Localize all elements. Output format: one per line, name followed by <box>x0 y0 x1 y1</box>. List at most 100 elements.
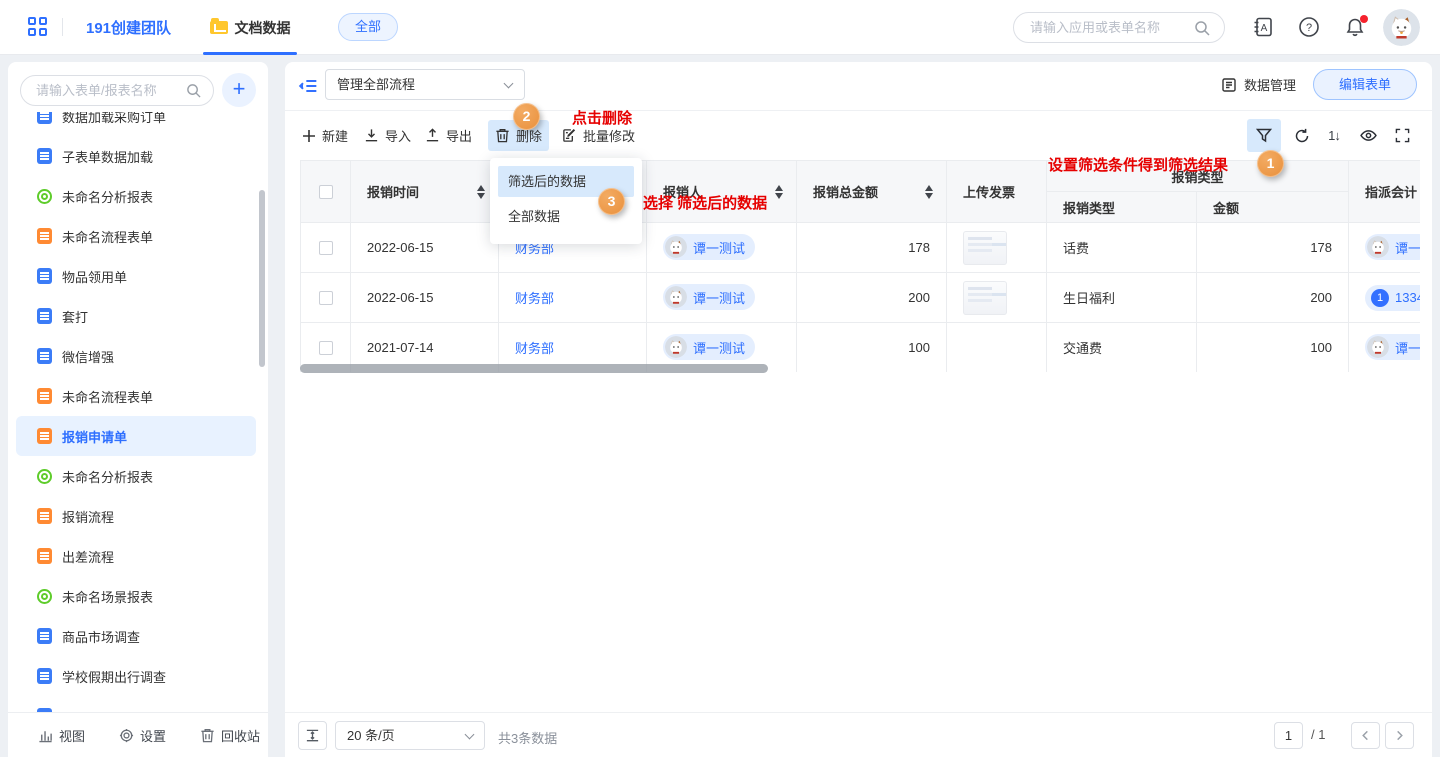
user-pill[interactable]: 谭一测试 <box>663 334 755 360</box>
address-book-icon[interactable]: A <box>1252 16 1274 38</box>
report-icon <box>37 589 52 604</box>
sidebar-item-form[interactable]: 物品领用单 <box>16 256 256 296</box>
next-page-button[interactable] <box>1385 722 1414 749</box>
column-header-type[interactable]: 报销类型 <box>1047 192 1197 223</box>
current-page-input[interactable]: 1 <box>1274 722 1303 749</box>
lucky-cat-avatar <box>665 336 687 358</box>
bar-chart-icon <box>38 728 53 743</box>
sort-button[interactable]: 1↓ <box>1317 119 1351 152</box>
sidebar-item-report[interactable]: 未命名分析报表 <box>16 176 256 216</box>
prev-page-button[interactable] <box>1351 722 1380 749</box>
form-icon <box>37 148 52 164</box>
cell-accountant: 谭一 <box>1349 223 1420 273</box>
trash-icon <box>200 728 215 743</box>
eye-icon <box>1360 127 1377 144</box>
flow-filter-select[interactable]: 管理全部流程 <box>325 69 525 100</box>
user-pill[interactable]: 谭一 <box>1365 234 1420 260</box>
plus-icon <box>302 129 316 143</box>
sidebar-item-form[interactable]: 商品市场调查 <box>16 616 256 656</box>
sidebar-scrollbar[interactable] <box>259 190 265 367</box>
cell-amount: 100 <box>1197 323 1349 373</box>
form-icon <box>37 112 52 124</box>
app-grid-logo-icon[interactable] <box>28 17 48 37</box>
sidebar-item-form[interactable]: 套打 <box>16 296 256 336</box>
tab-document-data[interactable]: 文档数据 <box>203 0 297 55</box>
notification-bell-icon[interactable] <box>1344 18 1366 33</box>
sort-arrows-icon[interactable] <box>775 184 784 200</box>
help-icon[interactable]: ? <box>1298 16 1320 38</box>
search-icon <box>186 83 201 98</box>
divider <box>285 110 1432 111</box>
step-badge-2: 2 <box>513 103 540 130</box>
sidebar-item-flow-form[interactable]: 报销流程 <box>16 496 256 536</box>
form-search[interactable] <box>20 75 214 106</box>
user-pill[interactable]: 谭一测试 <box>663 234 755 260</box>
flow-form-icon <box>37 508 52 524</box>
team-name[interactable]: 191创建团队 <box>86 17 171 38</box>
fullscreen-button[interactable] <box>1385 119 1419 152</box>
recycle-bin-button[interactable]: 回收站 <box>200 726 260 745</box>
sort-arrows-icon[interactable] <box>477 184 486 200</box>
column-header-invoice[interactable]: 上传发票 <box>947 161 1047 223</box>
sidebar-item-flow-form[interactable]: 出差流程 <box>16 536 256 576</box>
row-height-button[interactable] <box>298 721 327 750</box>
search-icon <box>1194 20 1210 36</box>
cell-type: 交通费 <box>1047 323 1197 373</box>
cell-dept[interactable]: 财务部 <box>499 273 647 323</box>
sidebar-item-report[interactable]: 未命名分析报表 <box>16 456 256 496</box>
column-header-accountant[interactable]: 指派会计 <box>1349 161 1420 223</box>
column-header-date[interactable]: 报销时间 <box>351 161 499 223</box>
data-manage-button[interactable]: 数据管理 <box>1221 75 1296 94</box>
form-icon <box>37 628 52 644</box>
cell-reporter: 谭一测试 <box>647 273 797 323</box>
sidebar-item-form[interactable]: 微信增强 <box>16 336 256 376</box>
collapse-sidebar-icon[interactable] <box>298 76 318 96</box>
cell-type: 话费 <box>1047 223 1197 273</box>
invoice-thumbnail[interactable] <box>963 281 1007 315</box>
visibility-button[interactable] <box>1351 119 1385 152</box>
sidebar-item-flow-form[interactable]: 未命名流程表单 <box>16 216 256 256</box>
scope-all-pill[interactable]: 全部 <box>338 13 398 41</box>
sidebar-item-form[interactable] <box>16 696 256 712</box>
step-label-1: 设置筛选条件得到筛选结果 <box>1048 154 1228 175</box>
add-form-button[interactable]: + <box>222 73 256 107</box>
form-search-input[interactable] <box>36 77 176 104</box>
user-avatar[interactable] <box>1383 9 1420 46</box>
column-header-total[interactable]: 报销总金额 <box>797 161 947 223</box>
table-row[interactable]: 2022-06-15 财务部 谭一测试 200 生日福利 200 11334 <box>301 273 1421 323</box>
lucky-cat-avatar <box>1367 336 1389 358</box>
cell-date: 2022-06-15 <box>351 273 499 323</box>
sidebar-item-form[interactable]: 数据加载采购订单 <box>16 112 256 136</box>
form-icon <box>37 668 52 684</box>
import-button[interactable]: 导入 <box>357 120 418 151</box>
global-search[interactable] <box>1013 12 1225 43</box>
sidebar-item-flow-form[interactable]: 未命名流程表单 <box>16 376 256 416</box>
new-button[interactable]: 新建 <box>295 120 355 151</box>
horizontal-scrollbar[interactable] <box>300 364 768 373</box>
user-pill[interactable]: 谭一 <box>1365 334 1420 360</box>
sort-arrows-icon[interactable] <box>925 184 934 200</box>
user-pill[interactable]: 11334 <box>1365 285 1420 311</box>
invoice-thumbnail[interactable] <box>963 231 1007 265</box>
row-checkbox[interactable] <box>319 291 333 305</box>
cell-type: 生日福利 <box>1047 273 1197 323</box>
user-pill[interactable]: 谭一测试 <box>663 284 755 310</box>
table-row[interactable]: 2022-06-15 财务部 谭一测试 178 话费 178 谭一 <box>301 223 1421 273</box>
views-button[interactable]: 视图 <box>38 726 85 745</box>
column-header-amount[interactable]: 金额 <box>1197 192 1349 223</box>
sidebar-item-report[interactable]: 未命名场景报表 <box>16 576 256 616</box>
refresh-button[interactable] <box>1285 119 1319 152</box>
table-footer: 20 条/页 共3条数据 1 / 1 <box>285 712 1432 757</box>
sidebar-item-form[interactable]: 子表单数据加载 <box>16 136 256 176</box>
sidebar-item-form[interactable]: 学校假期出行调查 <box>16 656 256 696</box>
row-checkbox[interactable] <box>319 241 333 255</box>
settings-button[interactable]: 设置 <box>119 726 166 745</box>
global-search-input[interactable] <box>1030 14 1190 41</box>
filter-button[interactable] <box>1247 119 1281 152</box>
select-all-checkbox[interactable] <box>319 185 333 199</box>
page-size-select[interactable]: 20 条/页 <box>335 721 485 750</box>
row-checkbox[interactable] <box>319 341 333 355</box>
edit-form-button[interactable]: 编辑表单 <box>1313 69 1417 100</box>
sidebar-item-expense-form-selected[interactable]: 报销申请单 <box>16 416 256 456</box>
export-button[interactable]: 导出 <box>418 120 479 151</box>
